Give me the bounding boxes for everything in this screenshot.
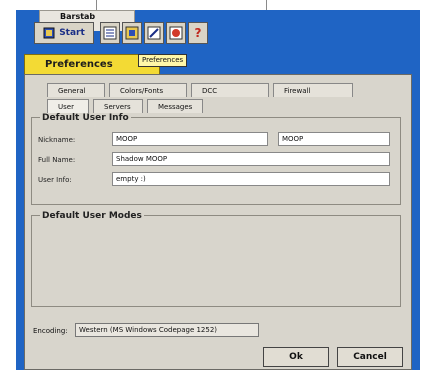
channel-list-button[interactable] bbox=[100, 22, 120, 44]
nickname-label: Nickname: bbox=[38, 136, 76, 144]
tooltip: Preferences bbox=[138, 54, 188, 67]
preferences-panel: General Colors/Fonts DCC Firewall User S… bbox=[24, 74, 412, 370]
tab-servers[interactable]: Servers bbox=[93, 99, 143, 113]
default-user-modes-group: Default User Modes bbox=[31, 211, 401, 307]
dcc-button[interactable] bbox=[122, 22, 142, 44]
window-title: Barstab bbox=[60, 12, 96, 21]
tab-dcc[interactable]: DCC bbox=[191, 83, 269, 97]
ok-button[interactable]: Ok bbox=[263, 347, 329, 367]
settings-icon bbox=[147, 26, 161, 40]
tab-user[interactable]: User bbox=[47, 99, 89, 113]
tabs-row-secondary: User Servers Messages bbox=[47, 99, 207, 113]
settings-button[interactable] bbox=[144, 22, 164, 44]
userinfo-field[interactable]: empty :) bbox=[112, 172, 390, 186]
channel-list-icon bbox=[103, 26, 117, 40]
help-button[interactable]: ? bbox=[188, 22, 208, 44]
cancel-button[interactable]: Cancel bbox=[337, 347, 403, 367]
tabs-row-primary: General Colors/Fonts DCC Firewall bbox=[47, 83, 357, 97]
start-label: Start bbox=[59, 28, 85, 38]
default-user-info-group: Default User Info Nickname: MOOP MOOP Fu… bbox=[31, 113, 401, 205]
nickname-field[interactable]: MOOP bbox=[112, 132, 268, 146]
start-icon bbox=[43, 27, 55, 39]
start-button[interactable]: Start bbox=[34, 22, 94, 44]
fullname-label: Full Name: bbox=[38, 156, 76, 164]
app-window: Barstab Start ? Preferences Preferences … bbox=[16, 10, 420, 370]
alert-icon bbox=[169, 26, 183, 40]
toolbar: Start ? bbox=[34, 22, 264, 46]
help-icon: ? bbox=[194, 26, 202, 40]
userinfo-label: User Info: bbox=[38, 176, 72, 184]
tab-firewall[interactable]: Firewall bbox=[273, 83, 353, 97]
default-user-modes-title: Default User Modes bbox=[40, 211, 144, 221]
fullname-field[interactable]: Shadow MOOP bbox=[112, 152, 390, 166]
alert-button[interactable] bbox=[166, 22, 186, 44]
tab-messages[interactable]: Messages bbox=[147, 99, 203, 113]
nickname-alt-field[interactable]: MOOP bbox=[278, 132, 390, 146]
dcc-icon bbox=[125, 26, 139, 40]
preferences-tab-label: Preferences bbox=[45, 59, 113, 70]
tab-general[interactable]: General bbox=[47, 83, 105, 97]
tab-colors-fonts[interactable]: Colors/Fonts bbox=[109, 83, 187, 97]
encoding-select[interactable]: Western (MS Windows Codepage 1252) bbox=[75, 323, 259, 337]
default-user-info-title: Default User Info bbox=[40, 113, 131, 123]
encoding-label: Encoding: bbox=[33, 327, 68, 335]
